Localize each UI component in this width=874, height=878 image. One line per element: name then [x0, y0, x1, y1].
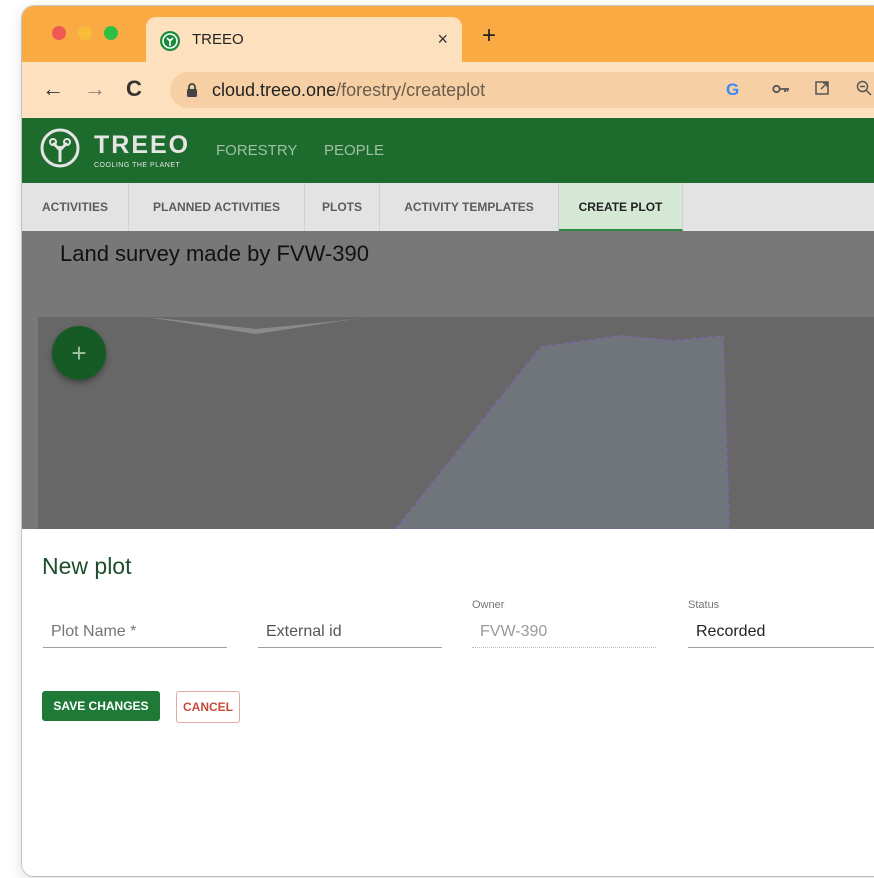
url-path: /forestry/createplot	[336, 80, 486, 100]
lock-icon	[186, 83, 198, 102]
app-header: TREEO COOLING THE PLANET FORESTRY PEOPLE	[22, 118, 874, 183]
browser-window: TREEO × + ← → C cloud.treeo.one/forestry…	[22, 6, 874, 876]
reload-icon[interactable]: C	[126, 78, 142, 100]
treeo-favicon-icon	[160, 31, 180, 51]
panel-title: New plot	[42, 553, 132, 579]
address-bar[interactable]: cloud.treeo.one/forestry/createplot G	[170, 72, 874, 108]
sub-navigation: ACTIVITIES PLANNED ACTIVITIES PLOTS ACTI…	[22, 183, 874, 232]
tab-close-icon[interactable]: ×	[437, 29, 448, 50]
tab-strip: TREEO × +	[22, 6, 874, 62]
content-area: Land survey made by FVW-390 +	[22, 231, 874, 530]
map-shape-top	[146, 317, 368, 334]
owner-field: Owner FVW-390	[472, 599, 656, 649]
tab-activity-templates[interactable]: ACTIVITY TEMPLATES	[380, 183, 559, 231]
owner-value: FVW-390	[480, 623, 548, 640]
tab-planned-activities[interactable]: PLANNED ACTIVITIES	[129, 183, 305, 231]
cancel-button[interactable]: CANCEL	[176, 691, 240, 723]
tab-create-plot[interactable]: CREATE PLOT	[559, 183, 683, 231]
plot-name-field[interactable]: Plot Name *	[43, 599, 227, 649]
tab-title: TREEO	[192, 31, 244, 48]
maximize-window-button[interactable]	[104, 26, 118, 40]
status-select[interactable]: Status Recorded	[688, 599, 874, 649]
status-underline	[688, 647, 874, 648]
google-icon[interactable]: G	[726, 80, 739, 100]
map-canvas	[146, 317, 731, 530]
map-view[interactable]	[38, 317, 874, 530]
external-link-icon[interactable]	[814, 80, 830, 101]
status-value: Recorded	[696, 623, 766, 640]
status-label: Status	[688, 599, 720, 611]
add-button[interactable]: +	[52, 326, 106, 380]
plot-name-placeholder: Plot Name *	[51, 623, 137, 640]
zoom-out-icon[interactable]	[856, 80, 872, 101]
url-text: cloud.treeo.one/forestry/createplot	[212, 80, 485, 101]
minimize-window-button[interactable]	[78, 26, 92, 40]
logo-tagline: COOLING THE PLANET	[94, 162, 181, 169]
save-changes-button[interactable]: SAVE CHANGES	[42, 691, 160, 721]
treeo-logo-icon[interactable]	[38, 126, 82, 175]
new-tab-button[interactable]: +	[482, 24, 496, 48]
external-id-field[interactable]: External id	[258, 599, 442, 649]
url-host: cloud.treeo.one	[212, 80, 337, 100]
forward-arrow-icon[interactable]: →	[84, 78, 106, 100]
owner-underline	[472, 647, 656, 649]
nav-people[interactable]: PEOPLE	[324, 142, 384, 159]
external-id-underline	[258, 647, 442, 648]
plot-name-underline	[43, 647, 227, 648]
tab-plots[interactable]: PLOTS	[305, 183, 380, 231]
back-arrow-icon[interactable]: ←	[42, 78, 64, 100]
nav-forestry[interactable]: FORESTRY	[216, 142, 297, 159]
logo-text: TREEO	[94, 131, 191, 159]
browser-toolbar: ← → C cloud.treeo.one/forestry/createplo…	[22, 62, 874, 118]
owner-label: Owner	[472, 599, 505, 611]
external-id-placeholder: External id	[266, 623, 342, 640]
plot-polygon	[393, 334, 731, 530]
browser-tab-treeo[interactable]: TREEO ×	[146, 17, 462, 62]
close-window-button[interactable]	[52, 26, 66, 40]
tab-activities[interactable]: ACTIVITIES	[22, 183, 129, 231]
key-icon[interactable]	[772, 80, 790, 100]
new-plot-panel: New plot Plot Name * External id Owner F…	[22, 529, 874, 876]
survey-title: Land survey made by FVW-390	[60, 241, 369, 266]
